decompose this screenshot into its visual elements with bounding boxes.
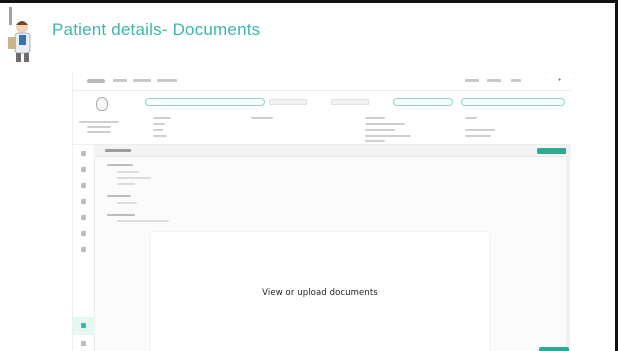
patient-field [365, 117, 385, 119]
patient-field [365, 135, 411, 137]
search-input-secondary[interactable] [461, 98, 565, 106]
nav-item[interactable] [133, 79, 151, 82]
app-logo [87, 79, 105, 83]
document-category[interactable] [107, 195, 131, 197]
sidebar-item-documents-icon[interactable] [81, 323, 86, 328]
sidebar-item-icon[interactable] [81, 247, 86, 252]
patient-field [153, 135, 167, 137]
sidebar-item-icon[interactable] [81, 167, 86, 172]
search-input[interactable] [145, 98, 265, 106]
scrollbar[interactable] [566, 145, 570, 351]
document-item[interactable] [117, 202, 137, 204]
document-item[interactable] [117, 171, 139, 173]
upload-documents-panel[interactable]: View or upload documents [151, 232, 489, 351]
document-item[interactable] [117, 177, 151, 179]
nav-item[interactable] [157, 79, 177, 82]
header-link[interactable] [511, 79, 521, 82]
sidebar-item-icon[interactable] [81, 151, 86, 156]
filter-select[interactable] [331, 99, 369, 105]
slide-frame: Patient details- Documents ● View or upl… [0, 0, 618, 351]
patient-field [465, 117, 477, 119]
patient-field [153, 129, 163, 131]
patient-info [87, 131, 111, 133]
patient-name [79, 121, 119, 123]
left-sidebar [73, 145, 95, 351]
document-category[interactable] [107, 164, 133, 166]
patient-summary [73, 97, 571, 145]
sidebar-item-icon[interactable] [81, 341, 86, 346]
filter-select[interactable] [269, 99, 307, 105]
documents-header-label [105, 149, 131, 152]
add-document-button[interactable] [537, 148, 567, 154]
doctor-figure-icon [8, 7, 31, 62]
search-row [73, 91, 571, 115]
patient-field [251, 117, 273, 119]
patient-field [153, 117, 171, 119]
sidebar-item-icon[interactable] [81, 199, 86, 204]
patient-avatar-icon [96, 97, 108, 111]
patient-field [365, 129, 395, 131]
nav-item[interactable] [113, 79, 127, 82]
patient-field [465, 129, 495, 131]
document-item[interactable] [117, 183, 135, 185]
save-button[interactable] [539, 347, 569, 351]
slide-title: Patient details- Documents [52, 20, 261, 39]
documents-header [95, 145, 571, 157]
sidebar-item-icon[interactable] [81, 231, 86, 236]
patient-info [87, 126, 111, 128]
patient-field [153, 123, 165, 125]
header-link[interactable] [465, 79, 479, 82]
date-input[interactable] [393, 98, 453, 106]
document-item[interactable] [117, 220, 169, 222]
header-link[interactable] [487, 79, 501, 82]
app-top-bar: ● [73, 73, 571, 91]
document-category[interactable] [107, 214, 135, 216]
sidebar-item-icon[interactable] [81, 215, 86, 220]
user-menu-icon[interactable]: ● [558, 77, 561, 83]
patient-field [465, 135, 491, 137]
upload-documents-text: View or upload documents [262, 288, 378, 298]
patient-field [365, 123, 405, 125]
patient-field [365, 140, 385, 142]
sidebar-item-icon[interactable] [81, 183, 86, 188]
